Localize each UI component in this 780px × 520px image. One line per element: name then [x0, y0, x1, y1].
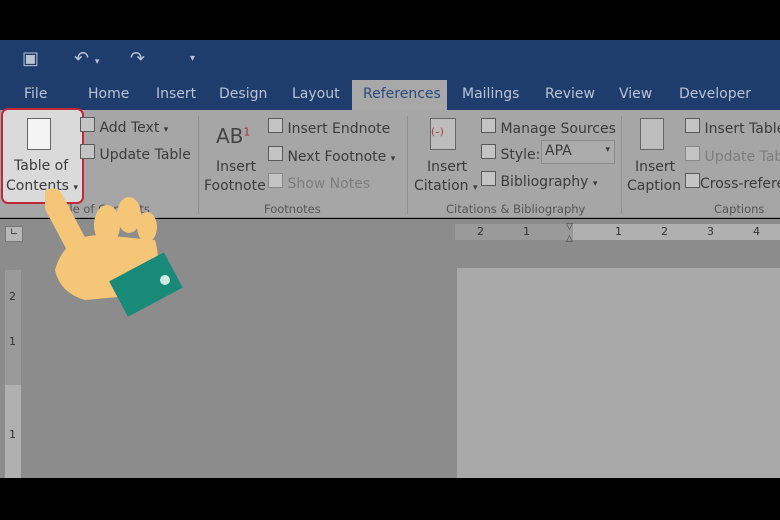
- insert-footnote-button[interactable]: Insert: [216, 159, 256, 175]
- insert-endnote-icon: [268, 118, 283, 133]
- insert-citation-icon: (–): [430, 118, 456, 150]
- insert-footnote-label[interactable]: Footnote: [204, 178, 266, 194]
- group-label-citations: Citations & Bibliography: [446, 202, 586, 216]
- add-text-icon: [80, 117, 95, 132]
- update-table-icon: [80, 144, 95, 159]
- chevron-down-icon: ▾: [592, 179, 598, 189]
- insert-caption-icon: [640, 118, 664, 150]
- tab-file[interactable]: File: [24, 86, 47, 102]
- group-label-footnotes: Footnotes: [264, 202, 321, 216]
- update-table-button[interactable]: Update Table: [80, 144, 191, 163]
- add-text-button[interactable]: Add Text ▾: [80, 117, 168, 136]
- tab-references[interactable]: References: [352, 80, 447, 110]
- ruler-mark: 3: [707, 225, 714, 238]
- insert-citation-button[interactable]: Insert: [427, 159, 467, 175]
- table-of-figures-icon: [685, 118, 700, 133]
- update-table-icon: [685, 146, 700, 161]
- insert-endnote-button[interactable]: Insert Endnote: [268, 118, 390, 137]
- style-label: Style:: [481, 144, 540, 163]
- next-footnote-button[interactable]: Next Footnote ▾: [268, 146, 395, 165]
- ruler-mark: 2: [477, 225, 484, 238]
- style-icon: [481, 144, 496, 159]
- tab-review[interactable]: Review: [545, 86, 595, 102]
- insert-endnote-label: Insert Endnote: [287, 121, 391, 137]
- add-text-label: Add Text: [99, 120, 160, 136]
- vertical-ruler-margin: [5, 270, 21, 385]
- ruler-mark: 2: [661, 225, 668, 238]
- document-page[interactable]: [457, 268, 780, 478]
- update-table-label: Update Table: [99, 147, 191, 163]
- chevron-down-icon: ▾: [163, 125, 169, 135]
- insert-table-label: Insert Table: [704, 121, 780, 137]
- tab-view[interactable]: View: [619, 86, 652, 102]
- pointing-hand-icon: [45, 188, 183, 317]
- next-footnote-icon: [268, 146, 283, 161]
- toc-icon: [27, 118, 51, 150]
- ruler-mark: 1: [9, 428, 16, 441]
- undo-icon[interactable]: ↶ ▾: [74, 48, 99, 69]
- update-table-figures-button[interactable]: Update Tab: [685, 146, 780, 165]
- style-label-text: Style:: [500, 147, 541, 163]
- manage-sources-label: Manage Sources: [500, 121, 616, 137]
- bibliography-button[interactable]: Bibliography ▾: [481, 171, 597, 190]
- save-icon[interactable]: ▣: [22, 48, 39, 69]
- insert-footnote-icon: AB1: [216, 124, 251, 148]
- divider: [621, 116, 622, 214]
- update-table-figures-label: Update Tab: [704, 149, 780, 165]
- next-footnote-label: Next Footnote: [287, 149, 387, 165]
- redo-icon[interactable]: ↷: [130, 48, 145, 69]
- manage-sources-button[interactable]: Manage Sources: [481, 118, 616, 137]
- show-notes-icon: [268, 173, 283, 188]
- ruler-mark: 1: [615, 225, 622, 238]
- chevron-down-icon: ▾: [390, 154, 396, 164]
- insert-citation-label[interactable]: Citation ▾: [414, 178, 478, 194]
- divider: [407, 116, 408, 214]
- cross-reference-icon: [685, 173, 700, 188]
- style-value: APA: [545, 143, 572, 159]
- ruler-mark: 4: [753, 225, 760, 238]
- tab-insert[interactable]: Insert: [156, 86, 196, 102]
- toc-label: Table of: [14, 158, 69, 174]
- tab-design[interactable]: Design: [219, 86, 267, 102]
- insert-caption-button[interactable]: Insert: [635, 159, 675, 175]
- group-label-captions: Captions: [714, 202, 765, 216]
- show-notes-label: Show Notes: [287, 176, 371, 192]
- tab-mailings[interactable]: Mailings: [462, 86, 519, 102]
- ruler-mark: 1: [523, 225, 530, 238]
- chevron-down-icon: ▾: [473, 183, 478, 193]
- cross-reference-label: Cross-refere: [700, 176, 780, 192]
- insert-caption-label[interactable]: Caption: [627, 178, 681, 194]
- indent-marker[interactable]: ▽ △: [566, 221, 578, 247]
- ruler-margin: [455, 224, 573, 240]
- insert-table-of-figures-button[interactable]: Insert Table: [685, 118, 780, 137]
- divider: [198, 116, 199, 214]
- insert-citation-text: Citation: [414, 178, 469, 194]
- style-dropdown[interactable]: APA ▾: [541, 140, 615, 164]
- bibliography-icon: [481, 171, 496, 186]
- cross-reference-button[interactable]: Cross-refere: [685, 173, 780, 192]
- tab-home[interactable]: Home: [88, 86, 129, 102]
- bibliography-label: Bibliography: [500, 174, 589, 190]
- customize-icon[interactable]: ▾: [190, 53, 195, 64]
- manage-sources-icon: [481, 118, 496, 133]
- ruler-mark: 2: [9, 290, 16, 303]
- chevron-down-icon: ▾: [605, 145, 610, 155]
- tab-layout[interactable]: Layout: [292, 86, 340, 102]
- ruler-mark: 1: [9, 335, 16, 348]
- tab-developer[interactable]: Developer: [679, 86, 751, 102]
- show-notes-button[interactable]: Show Notes: [268, 173, 370, 192]
- tab-selector[interactable]: ∟: [5, 226, 23, 242]
